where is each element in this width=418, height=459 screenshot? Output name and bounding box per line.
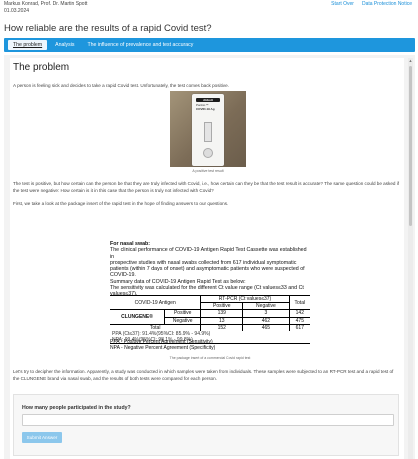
tab-panel: The problem A person is feeling sick and… <box>4 55 415 459</box>
table-cell: 142 <box>288 309 310 318</box>
authors-text: Markus Konrad, Prof. Dr. Martin Spott <box>4 1 88 7</box>
table-corner: COVID-19 Antigen <box>134 299 176 306</box>
tab-analysis[interactable]: Analysis <box>50 40 79 50</box>
card-brand-label: Abbott <box>196 98 220 102</box>
section-heading: The problem <box>13 62 70 73</box>
card-product-text: Panbio™ COVID-19 Ag <box>196 103 215 111</box>
table-cell: 462 <box>242 316 290 325</box>
scroll-thumb[interactable] <box>409 66 412 226</box>
tab-the-problem[interactable]: The problem <box>8 40 48 50</box>
table-col-total: Total <box>288 296 310 310</box>
question-label: How many people participated in the stud… <box>22 405 131 411</box>
npa-legend: NPA - Negative Percent Agreement (Specif… <box>110 345 216 351</box>
date-text: 01.03.2024 <box>4 8 30 14</box>
sample-well <box>203 148 213 158</box>
tab-prevalence-accuracy[interactable]: The influence of prevalence and test acc… <box>82 40 198 50</box>
card-line-2: COVID-19 Ag <box>196 106 215 111</box>
submit-answer-button[interactable]: Submit Answer <box>22 432 62 443</box>
test-photo: Abbott Panbio™ COVID-19 Ag <box>170 91 246 167</box>
author-info: Markus Konrad, Prof. Dr. Martin Spott 01… <box>4 1 87 15</box>
table-row-label: Positive <box>164 309 201 318</box>
table-brand: CLUNGENE® <box>110 309 165 325</box>
table-group-header: RT-PCR (Ct values≤37) <box>200 296 290 303</box>
package-caption: The package insert of a commercial Covid… <box>169 356 251 360</box>
package-line: The clinical performance of COVID-19 Ant… <box>110 247 307 260</box>
start-over-link[interactable]: Start Over <box>331 1 354 7</box>
table-cell: 617 <box>288 323 310 332</box>
page-title: How reliable are the results of a rapid … <box>4 23 212 34</box>
table-cell: 465 <box>242 323 290 332</box>
table-col-negative: Negative <box>242 302 290 310</box>
top-bar: Markus Konrad, Prof. Dr. Martin Spott 01… <box>0 0 418 18</box>
package-line: patients (within 7 days of onset) and as… <box>110 266 305 273</box>
data-protection-link[interactable]: Data Protection Notice <box>362 1 412 7</box>
package-line: The sensitivity was calculated for the d… <box>110 285 304 292</box>
rapid-test-cassette: Abbott Panbio™ COVID-19 Ag <box>192 94 224 166</box>
card-brand-text: Abbott <box>203 98 213 102</box>
question-card: How many people participated in the stud… <box>13 394 399 456</box>
table-cell: 152 <box>200 323 243 332</box>
table-cell: 139 <box>200 309 243 318</box>
table-cell: 3 <box>242 309 290 318</box>
question-paragraph: The test is positive, but how certain ca… <box>13 181 400 193</box>
tab-bar: The problem Analysis The influence of pr… <box>4 38 415 52</box>
photo-caption: A positive test result <box>192 169 224 173</box>
table-cell: 13 <box>200 316 243 325</box>
scrollbar[interactable]: ▲ <box>408 58 413 459</box>
study-paragraph: Let's try to decipher the information. A… <box>13 369 394 381</box>
table-row-label: Negative <box>164 316 201 325</box>
scroll-up-arrow-icon[interactable]: ▲ <box>408 58 413 63</box>
content-area: The problem A person is feeling sick and… <box>10 58 404 459</box>
top-links: Start Over Data Protection Notice <box>331 1 412 7</box>
results-table: COVID-19 Antigen RT-PCR (Ct values≤37) T… <box>110 295 310 345</box>
result-window <box>204 122 212 142</box>
package-intro-paragraph: First, we take a look at the package ins… <box>13 201 229 206</box>
intro-text: A person is feeling sick and decides to … <box>13 83 229 88</box>
answer-input[interactable] <box>22 414 394 426</box>
table-row-label: Total <box>110 323 201 332</box>
table-col-positive: Positive <box>200 302 243 310</box>
package-insert: For nasal swab: The clinical performance… <box>110 241 310 353</box>
table-cell: 475 <box>288 316 310 325</box>
